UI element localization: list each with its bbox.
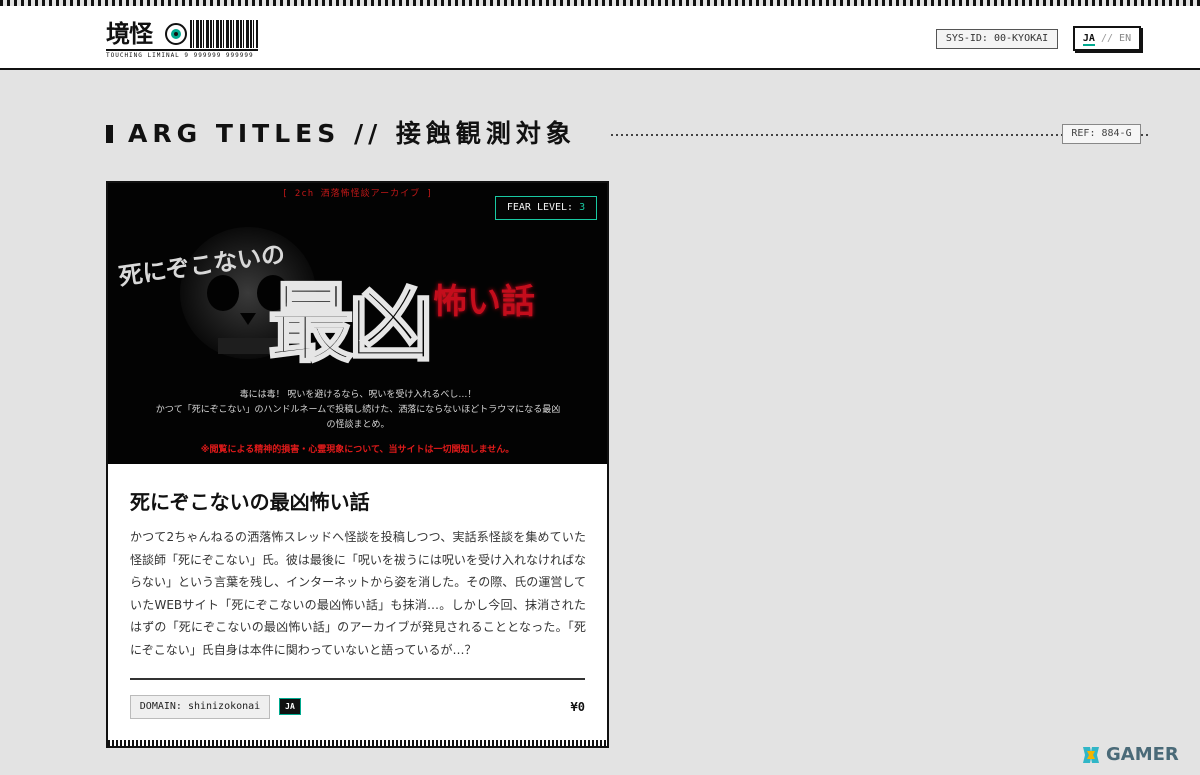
price: ¥0: [570, 700, 585, 714]
logo-subtitle: TOUCHING LIMINAL 9 999999 999999: [106, 49, 258, 59]
gamer-text: GAMER: [1106, 744, 1179, 765]
card-thumbnail[interactable]: [ 2ch 洒落怖怪談アーカイブ ] FEAR LEVEL: 3 死にぞこないの…: [108, 183, 607, 464]
subtext-line-3: の怪談まとめ。: [326, 420, 390, 430]
card-divider: [130, 678, 585, 680]
thumbnail-warning: ※閲覧による精神的損害・心霊現象について、当サイトは一切関知しません。: [200, 445, 515, 455]
heading-bar: [106, 125, 113, 143]
art-big-text: 最凶: [268, 273, 428, 374]
fear-level-label: FEAR LEVEL:: [506, 202, 574, 213]
language-badge: JA: [279, 698, 301, 715]
card-title[interactable]: 死にぞこないの最凶怖い話: [130, 488, 586, 516]
logo-barcode: [190, 20, 258, 48]
site-header: 境怪 TOUCHING LIMINAL 9 999999 999999 SYS-…: [0, 6, 1200, 70]
subtext-line-1: 毒には毒！ 呪いを避けるなら、呪いを受け入れるべし…！: [239, 390, 477, 400]
ref-badge: REF: 884-G: [1062, 124, 1141, 144]
page-title: ARG TITLES // 接蝕観測対象: [128, 119, 576, 148]
thumbnail-art: 死にぞこないの 最凶 怖い話: [117, 227, 535, 375]
title-card[interactable]: [ 2ch 洒落怖怪談アーカイブ ] FEAR LEVEL: 3 死にぞこないの…: [106, 181, 609, 748]
fear-level-value: 3: [579, 202, 586, 213]
card-body: 死にぞこないの最凶怖い話 かつて2ちゃんねるの洒落怖スレッドへ怪談を投稿しつつ、…: [130, 464, 586, 661]
lang-ja[interactable]: JA: [1082, 33, 1095, 46]
language-switcher[interactable]: JA // EN: [1073, 26, 1141, 51]
lang-separator: //: [1094, 33, 1120, 44]
thumbnail-subtext: 毒には毒！ 呪いを避けるなら、呪いを受け入れるべし…！ かつて「死にぞこない」の…: [138, 388, 578, 433]
gamer-watermark: GAMER: [1080, 743, 1192, 767]
subtext-line-2: かつて「死にぞこない」のハンドルネームで投稿し続けた、洒落にならないほどトラウマ…: [155, 405, 561, 415]
eye-icon: [165, 23, 187, 45]
card-description: かつて2ちゃんねるの洒落怖スレッドへ怪談を投稿しつつ、実話系怪談を集めていた怪談…: [130, 530, 586, 657]
logo-kanji: 境怪: [106, 19, 153, 48]
domain-badge: DOMAIN: shinizokonai: [130, 695, 270, 719]
gamer-logo-icon: [1083, 747, 1099, 763]
site-logo[interactable]: 境怪 TOUCHING LIMINAL 9 999999 999999: [106, 18, 258, 60]
sys-id-badge: SYS-ID: 00-KYOKAI: [936, 29, 1058, 49]
art-red-text: 怖い話: [433, 282, 535, 322]
section-heading: ARG TITLES // 接蝕観測対象 REF: 884-G: [106, 116, 1149, 152]
lang-en[interactable]: EN: [1119, 33, 1131, 44]
card-perforated-edge: [108, 740, 607, 746]
